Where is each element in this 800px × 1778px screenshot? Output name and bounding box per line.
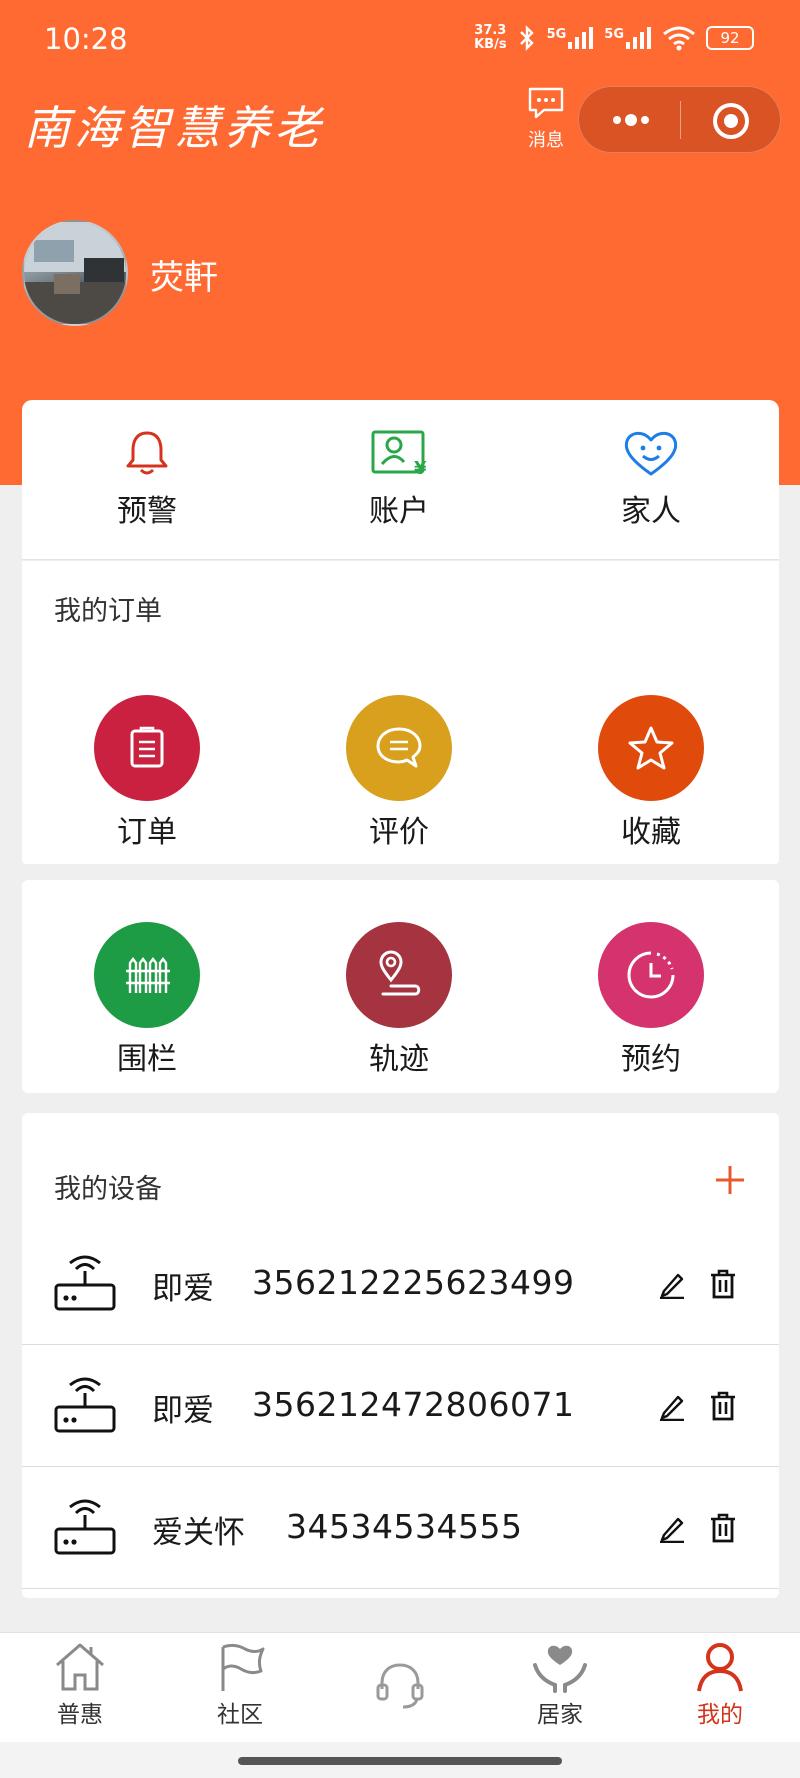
device-number: 356212225623499 — [252, 1263, 575, 1302]
router-icon — [54, 1255, 116, 1311]
bell-icon — [126, 431, 168, 475]
tab-mine[interactable]: 我的 — [665, 1641, 775, 1729]
my-orders-card: 我的订单 订单 评价 收藏 — [22, 561, 779, 864]
house-icon — [56, 1643, 104, 1691]
tab-puhui[interactable]: 普惠 — [25, 1641, 135, 1729]
device-number: 34534534555 — [286, 1507, 523, 1546]
tools-item-fence[interactable]: 围栏 — [67, 922, 227, 1078]
user-name: 荧軒 — [150, 258, 218, 298]
delete-icon[interactable] — [710, 1513, 736, 1543]
bottom-tab-bar: 普惠 社区 居家 我的 — [0, 1632, 800, 1742]
home-indicator[interactable] — [238, 1757, 562, 1765]
device-row[interactable]: 即爱 356212225623499 — [22, 1223, 779, 1345]
tab-community[interactable]: 社区 — [185, 1641, 295, 1729]
clock-icon — [627, 951, 675, 999]
delete-icon[interactable] — [710, 1391, 736, 1421]
router-icon — [54, 1499, 116, 1555]
fence-icon — [126, 957, 170, 993]
tab-service[interactable] — [345, 1641, 455, 1713]
star-icon — [628, 726, 674, 770]
headset-icon — [376, 1663, 424, 1709]
wifi-icon — [663, 26, 695, 51]
battery-indicator: 92 — [706, 26, 754, 50]
order-list-icon — [130, 726, 164, 768]
avatar-photo — [24, 222, 126, 324]
devices-title: 我的设备 — [54, 1174, 162, 1205]
app-logo: 南海智慧养老 — [24, 101, 324, 155]
quick-action-family[interactable]: 家人 — [586, 428, 716, 530]
device-row[interactable]: 即爱 356212472806071 — [22, 1345, 779, 1467]
tools-card: 围栏 轨迹 预约 — [22, 880, 779, 1093]
signal-5g-icon-2: 5G — [604, 27, 652, 49]
orders-item-order[interactable]: 订单 — [67, 695, 227, 851]
capsule-divider — [680, 101, 681, 139]
tab-home-care[interactable]: 居家 — [505, 1641, 615, 1729]
network-speed: 37.3 KB/s — [474, 23, 507, 52]
delete-icon[interactable] — [710, 1269, 736, 1299]
more-options-icon[interactable] — [607, 107, 655, 133]
edit-icon[interactable] — [658, 1269, 686, 1299]
tools-item-track[interactable]: 轨迹 — [319, 922, 479, 1078]
orders-item-review[interactable]: 评价 — [319, 695, 479, 851]
device-row[interactable]: 爱关怀 34534534555 — [22, 1467, 779, 1589]
device-name: 爱关怀 — [152, 1515, 245, 1551]
status-indicators: 37.3 KB/s 5G 5G 92 — [474, 24, 754, 52]
person-icon — [697, 1643, 743, 1692]
my-devices-card: 我的设备 即爱 356212225623499 即爱 3562124728060… — [22, 1113, 779, 1598]
hands-heart-icon — [533, 1645, 587, 1693]
location-track-icon — [379, 950, 421, 996]
message-label: 消息 — [528, 130, 564, 151]
edit-icon[interactable] — [658, 1391, 686, 1421]
orders-title: 我的订单 — [54, 596, 162, 627]
message-button[interactable]: 消息 — [520, 86, 572, 152]
comment-icon — [376, 727, 422, 768]
message-icon — [528, 87, 564, 119]
status-time: 10:28 — [44, 22, 128, 56]
router-icon — [54, 1377, 116, 1433]
avatar[interactable] — [22, 220, 128, 326]
signal-5g-icon: 5G — [547, 27, 595, 49]
device-number: 356212472806071 — [252, 1385, 575, 1424]
close-target-icon[interactable] — [711, 101, 751, 141]
flag-icon — [221, 1643, 265, 1691]
miniprogram-capsule — [578, 86, 781, 153]
quick-action-account[interactable]: ¥ 账户 — [334, 428, 464, 530]
account-card-icon: ¥ — [371, 430, 427, 479]
add-device-icon[interactable] — [715, 1165, 745, 1195]
quick-actions-card: 预警 ¥ 账户 家人 — [22, 400, 779, 560]
status-bar: 10:28 37.3 KB/s 5G 5G 92 — [0, 0, 800, 80]
svg-text:¥: ¥ — [414, 458, 427, 478]
edit-icon[interactable] — [658, 1513, 686, 1543]
bluetooth-icon — [519, 25, 534, 51]
device-name: 即爱 — [152, 1271, 214, 1307]
quick-action-alert[interactable]: 预警 — [82, 428, 212, 530]
orders-item-favorite[interactable]: 收藏 — [571, 695, 731, 851]
tools-item-appointment[interactable]: 预约 — [571, 922, 731, 1078]
device-name: 即爱 — [152, 1393, 214, 1429]
heart-smile-icon — [624, 431, 678, 476]
